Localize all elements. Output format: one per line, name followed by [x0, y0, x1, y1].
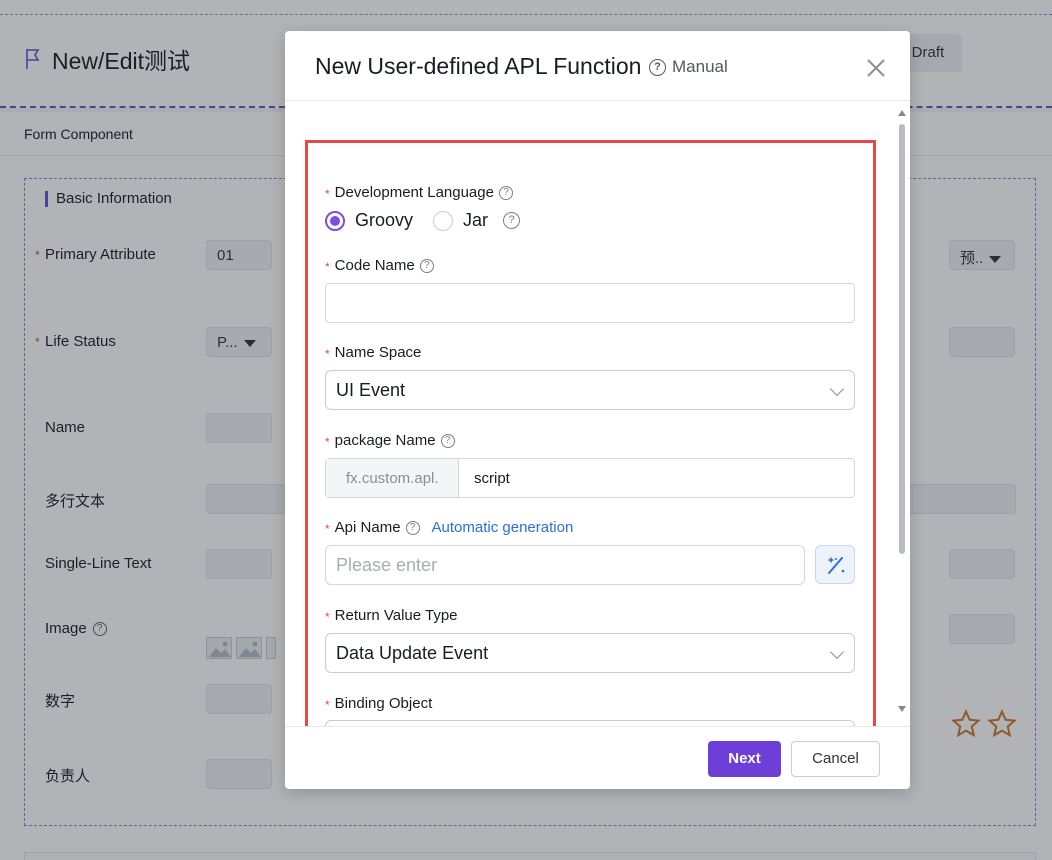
help-icon: ? [419, 258, 434, 273]
name-space-select[interactable]: UI Event [325, 370, 855, 410]
dialog-body[interactable]: * Development Language ? Groovy Jar ? * … [285, 102, 910, 726]
next-button[interactable]: Next [708, 741, 781, 777]
required-star: * [325, 259, 330, 274]
close-icon[interactable] [865, 57, 887, 79]
required-star: * [325, 521, 330, 536]
radio-jar-label[interactable]: Jar [463, 210, 488, 231]
dialog-header: New User-defined APL Function ? Manual [285, 31, 910, 101]
return-type-label: * Return Value Type [325, 607, 458, 624]
return-type-select[interactable]: Data Update Event [325, 633, 855, 673]
required-star: * [325, 434, 330, 449]
radio-groovy-label[interactable]: Groovy [355, 210, 413, 231]
cancel-button[interactable]: Cancel [791, 741, 880, 777]
help-icon: ? [498, 185, 513, 200]
dialog-title: New User-defined APL Function [315, 53, 642, 79]
help-icon: ? [440, 433, 455, 448]
scrollbar[interactable] [897, 110, 907, 718]
help-icon: ? [405, 520, 420, 535]
manual-link[interactable]: ? Manual [649, 57, 728, 77]
automatic-generation-link[interactable]: Automatic generation [432, 519, 574, 536]
package-name-field[interactable]: fx.custom.apl. script [325, 458, 855, 498]
radio-groovy[interactable] [325, 210, 345, 231]
dev-language-radio-group: Groovy Jar ? [325, 210, 521, 231]
package-name-input[interactable]: script [459, 459, 510, 497]
code-name-label: * Code Name ? [325, 257, 434, 274]
help-icon: ? [503, 212, 521, 229]
dev-language-label: * Development Language ? [325, 184, 513, 201]
required-star: * [325, 346, 330, 361]
package-name-label: * package Name ? [325, 432, 455, 449]
code-name-input[interactable] [325, 283, 855, 323]
scrollbar-thumb[interactable] [899, 124, 905, 554]
api-name-input[interactable]: Please enter [325, 545, 805, 585]
name-space-label: * Name Space [325, 344, 422, 361]
help-circle-icon: ? [649, 58, 666, 76]
radio-jar[interactable] [433, 210, 454, 231]
magic-wand-icon [828, 557, 845, 574]
required-star: * [325, 609, 330, 624]
dialog-footer: Next Cancel [285, 726, 910, 789]
scroll-up-arrow-icon[interactable] [898, 110, 906, 116]
package-prefix: fx.custom.apl. [326, 459, 459, 497]
magic-wand-button[interactable] [815, 545, 855, 584]
manual-label: Manual [672, 57, 728, 76]
chevron-down-icon [829, 381, 845, 397]
chevron-down-icon [829, 644, 845, 660]
api-name-label: * Api Name ? Automatic generation [325, 519, 574, 536]
required-star: * [325, 697, 330, 712]
scroll-down-arrow-icon[interactable] [898, 706, 906, 712]
binding-object-label: * Binding Object [325, 695, 433, 712]
apl-function-dialog: New User-defined APL Function ? Manual *… [285, 31, 910, 789]
required-star: * [325, 186, 330, 201]
